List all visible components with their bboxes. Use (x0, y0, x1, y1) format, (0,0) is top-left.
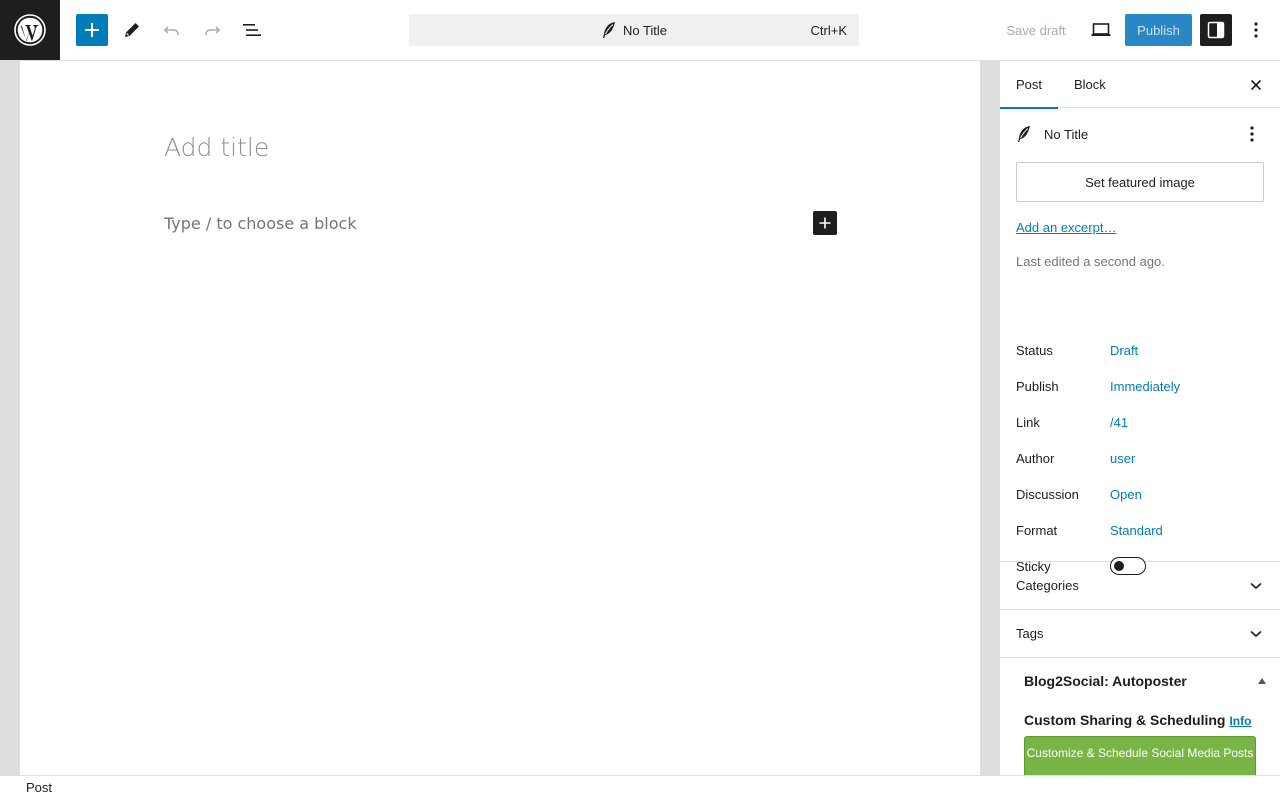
redo-icon (205, 26, 221, 35)
tools-button[interactable] (116, 14, 148, 46)
format-row: Format Standard (1016, 520, 1264, 540)
pencil-icon (125, 23, 139, 37)
add-block-button[interactable] (76, 14, 108, 46)
publish-label: Publish (1016, 378, 1059, 394)
editor-canvas-area: Add title Type / to choose a block (0, 61, 999, 775)
editor-canvas[interactable]: Add title Type / to choose a block (20, 61, 980, 775)
author-button[interactable]: user (1110, 451, 1135, 466)
tags-panel-toggle[interactable]: Tags (1000, 610, 1280, 658)
permalink-button[interactable]: /41 (1110, 415, 1128, 430)
customize-schedule-button[interactable]: Customize & Schedule Social Media Posts (1024, 736, 1256, 775)
wordpress-icon (14, 14, 46, 46)
last-edited-text: Last edited a second ago. (1016, 254, 1165, 269)
chevron-down-icon (1248, 626, 1264, 642)
list-view-icon (243, 24, 261, 36)
format-button[interactable]: Standard (1110, 523, 1163, 538)
chevron-down-icon (1248, 578, 1264, 594)
quill-icon (602, 22, 615, 38)
blog2social-info-link[interactable]: Info (1229, 714, 1251, 728)
wordpress-logo-button[interactable] (0, 0, 60, 60)
tags-panel-label: Tags (1016, 626, 1044, 641)
blog2social-subtitle: Custom Sharing & Scheduling Info (1024, 712, 1251, 728)
document-header: No Title (1016, 124, 1264, 144)
editor-header: No Title Ctrl+K Save draft Publish (0, 0, 1280, 61)
vertical-ellipsis-icon (1250, 126, 1254, 142)
publish-button[interactable]: Publish (1125, 14, 1192, 46)
document-title: No Title (1044, 126, 1089, 142)
breadcrumb[interactable]: Post (26, 780, 52, 795)
plus-icon (85, 23, 99, 37)
tab-post[interactable]: Post (1000, 61, 1059, 109)
editor-footer: Post (0, 775, 1280, 800)
publish-date-button[interactable]: Immediately (1110, 379, 1180, 394)
desktop-icon (1091, 23, 1111, 36)
sidebar-tabs: Post Block (1000, 61, 1280, 109)
quill-icon (1018, 126, 1030, 142)
add-excerpt-link[interactable]: Add an excerpt… (1016, 220, 1116, 235)
blog2social-title[interactable]: Blog2Social: Autoposter (1024, 673, 1187, 689)
status-value-button[interactable]: Draft (1110, 343, 1138, 358)
more-options-button[interactable] (1240, 14, 1272, 46)
settings-sidebar: Post Block No Title Set featured image A… (999, 61, 1280, 775)
settings-toggle-button[interactable] (1200, 14, 1232, 46)
tab-block[interactable]: Block (1074, 61, 1106, 108)
categories-panel-label: Categories (1016, 578, 1079, 593)
post-summary-panel: No Title Set featured image Add an excer… (1000, 108, 1280, 575)
block-appender[interactable]: Type / to choose a block (164, 214, 357, 233)
blog2social-subtitle-text: Custom Sharing & Scheduling (1024, 712, 1226, 728)
close-sidebar-button[interactable] (1244, 73, 1268, 97)
close-icon (1250, 79, 1262, 91)
discussion-row: Discussion Open (1016, 484, 1264, 504)
redo-button[interactable] (196, 14, 228, 46)
inline-add-block-button[interactable] (813, 211, 837, 235)
sidebar-toggle-icon (1207, 21, 1225, 39)
undo-icon (163, 26, 179, 35)
categories-panel-toggle[interactable]: Categories (1000, 562, 1280, 610)
author-label: Author (1016, 450, 1055, 466)
discussion-button[interactable]: Open (1110, 487, 1142, 502)
status-label: Status (1016, 342, 1053, 358)
undo-button[interactable] (156, 14, 188, 46)
format-label: Format (1016, 522, 1058, 538)
post-title-input[interactable]: Add title (164, 133, 269, 162)
discussion-label: Discussion (1016, 486, 1079, 502)
set-featured-image-button[interactable]: Set featured image (1016, 162, 1264, 202)
preview-button[interactable] (1085, 14, 1117, 46)
link-row: Link /41 (1016, 412, 1264, 432)
command-palette-bar[interactable]: No Title Ctrl+K (409, 14, 859, 46)
document-actions-button[interactable] (1240, 122, 1264, 146)
publish-row: Publish Immediately (1016, 376, 1264, 396)
status-row: Status Draft (1016, 340, 1264, 360)
command-bar-title: No Title (622, 22, 668, 38)
author-row: Author user (1016, 448, 1264, 468)
list-view-button[interactable] (236, 14, 268, 46)
vertical-ellipsis-icon (1254, 22, 1258, 38)
save-draft-button[interactable]: Save draft (1000, 14, 1072, 46)
plus-icon (819, 217, 831, 229)
command-bar-shortcut: Ctrl+K (810, 23, 847, 38)
link-label: Link (1016, 414, 1040, 430)
collapse-arrow-icon[interactable] (1258, 678, 1266, 684)
